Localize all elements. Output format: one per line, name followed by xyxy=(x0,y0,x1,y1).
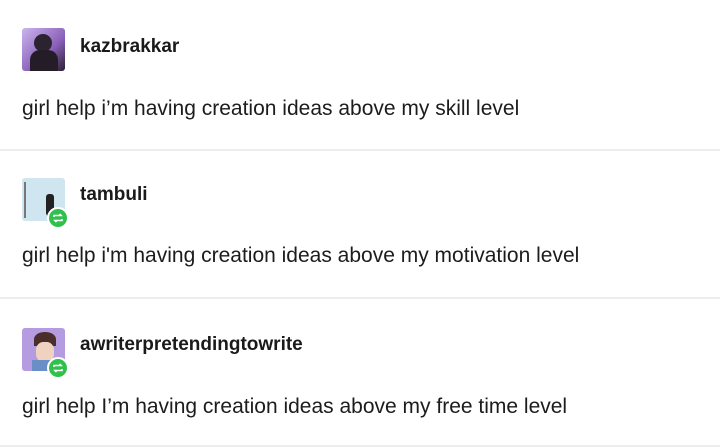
username[interactable]: tambuli xyxy=(80,184,148,206)
divider xyxy=(0,445,720,447)
avatar[interactable] xyxy=(22,28,65,71)
reblog-icon xyxy=(47,357,69,379)
username[interactable]: awriterpretendingtowrite xyxy=(80,334,303,356)
reblog-icon xyxy=(47,207,69,229)
post-text: girl help i'm having creation ideas abov… xyxy=(22,244,580,267)
divider xyxy=(0,149,720,151)
post-text: girl help I’m having creation ideas abov… xyxy=(22,395,568,418)
post-text: girl help i’m having creation ideas abov… xyxy=(22,97,520,120)
divider xyxy=(0,297,720,299)
username[interactable]: kazbrakkar xyxy=(80,36,179,58)
